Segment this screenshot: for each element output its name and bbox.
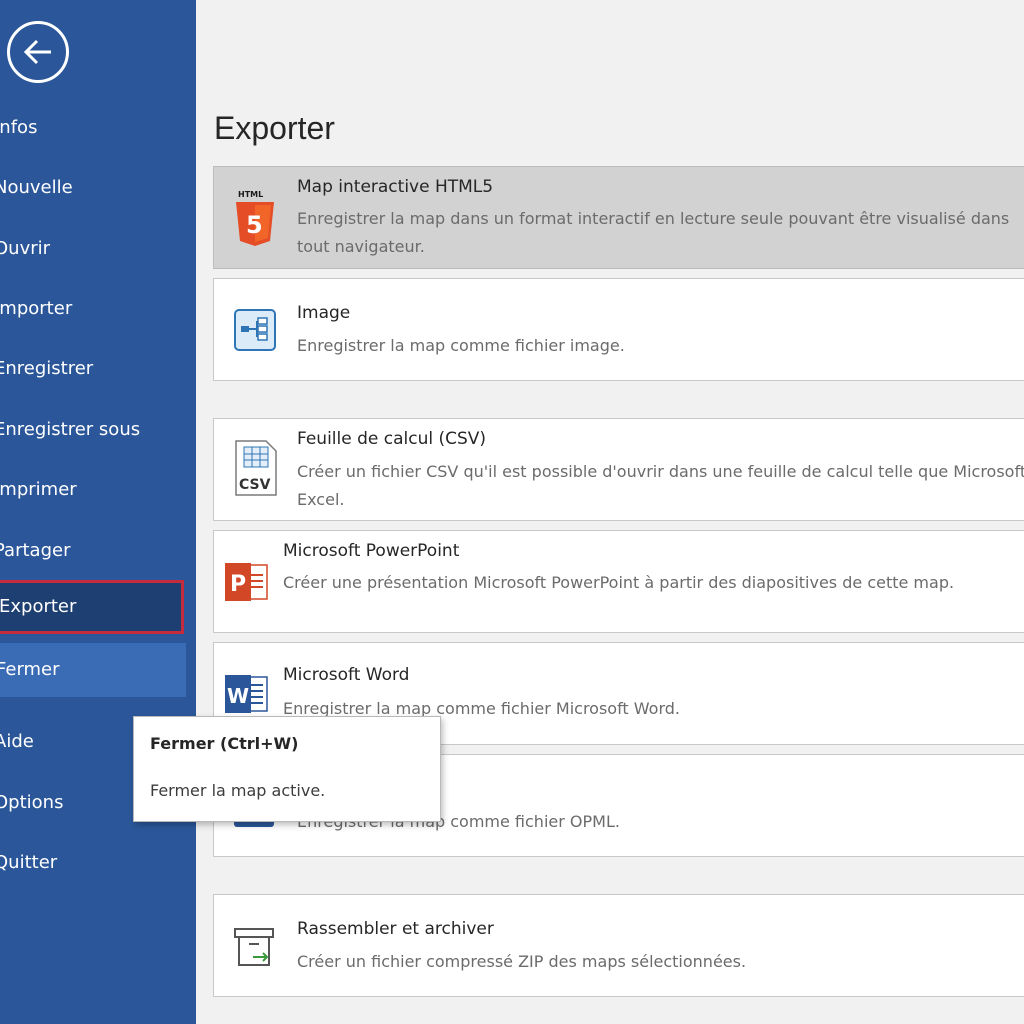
image-icon: [233, 308, 277, 356]
export-option-powerpoint[interactable]: P Microsoft PowerPoint Créer une présent…: [213, 530, 1024, 633]
nav-item-fermer[interactable]: Fermer: [0, 643, 186, 697]
nav-item-infos[interactable]: Infos: [0, 101, 37, 155]
export-option-image[interactable]: Image Enregistrer la map comme fichier i…: [213, 278, 1024, 381]
export-panel: Exporter HTML 5 Map interactive HTML5 En…: [196, 0, 1024, 1024]
html5-icon: HTML 5: [234, 187, 276, 251]
option-title: Feuille de calcul (CSV): [297, 429, 487, 449]
export-option-csv[interactable]: CSV Feuille de calcul (CSV) Créer un fic…: [213, 418, 1024, 521]
backstage-sidebar: Infos Nouvelle Ouvrir Importer Enregistr…: [0, 0, 196, 1024]
nav-item-enregistrer-sous[interactable]: Enregistrer sous: [0, 403, 140, 457]
option-description: Créer une présentation Microsoft PowerPo…: [283, 573, 955, 592]
tooltip-title: Fermer (Ctrl+W): [150, 734, 299, 753]
nav-item-options[interactable]: Options: [0, 776, 63, 830]
option-description: Enregistrer la map comme fichier image.: [297, 336, 625, 355]
nav-item-quitter[interactable]: Quitter: [0, 836, 57, 890]
svg-text:P: P: [230, 572, 246, 597]
option-description: Enregistrer la map dans un format intera…: [297, 209, 1010, 256]
nav-item-ouvrir[interactable]: Ouvrir: [0, 222, 50, 276]
option-title: Rassembler et archiver: [297, 919, 494, 939]
back-button[interactable]: [7, 21, 69, 83]
svg-text:5: 5: [246, 211, 263, 239]
export-option-archive[interactable]: Rassembler et archiver Créer un fichier …: [213, 894, 1024, 997]
archive-icon: [233, 925, 277, 973]
svg-text:CSV: CSV: [239, 477, 271, 493]
export-option-html5[interactable]: HTML 5 Map interactive HTML5 Enregistrer…: [213, 166, 1024, 269]
tooltip-description: Fermer la map active.: [150, 781, 326, 800]
option-title: Map interactive HTML5: [297, 177, 494, 197]
option-description: Créer un fichier CSV qu'il est possible …: [297, 462, 1024, 509]
option-title: Image: [297, 303, 351, 323]
nav-item-enregistrer[interactable]: Enregistrer: [0, 342, 93, 396]
nav-item-importer[interactable]: Importer: [0, 282, 72, 336]
csv-icon: CSV: [232, 439, 280, 501]
nav-item-aide[interactable]: Aide: [0, 715, 34, 769]
nav-item-nouvelle[interactable]: Nouvelle: [0, 161, 73, 215]
option-title: Microsoft Word: [283, 665, 410, 685]
option-description: Créer un fichier compressé ZIP des maps …: [297, 952, 747, 971]
page-title: Exporter: [214, 110, 335, 146]
back-arrow-icon: [23, 39, 51, 65]
svg-text:W: W: [227, 684, 249, 708]
nav-item-imprimer[interactable]: Imprimer: [0, 463, 77, 517]
powerpoint-icon: P: [223, 561, 269, 607]
svg-text:HTML: HTML: [238, 190, 263, 199]
option-title: Microsoft PowerPoint: [283, 541, 460, 561]
nav-item-partager[interactable]: Partager: [0, 524, 70, 578]
tooltip-fermer: Fermer (Ctrl+W) Fermer la map active.: [133, 716, 441, 822]
nav-item-exporter[interactable]: Exporter: [0, 580, 184, 634]
word-icon: W: [223, 673, 269, 719]
